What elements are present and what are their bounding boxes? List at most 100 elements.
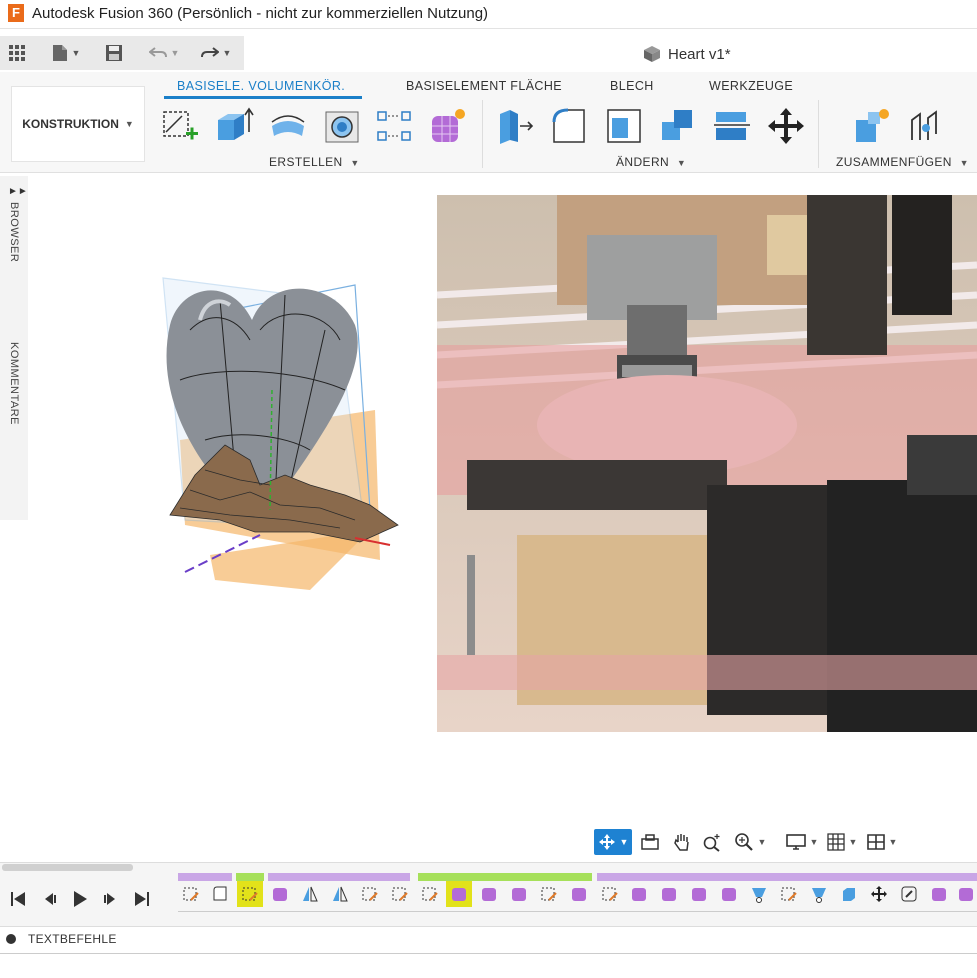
timeline-form[interactable] — [476, 881, 502, 907]
group-modify[interactable]: ÄNDERN ▼ — [616, 155, 686, 169]
comments-panel-toggle[interactable]: KOMMENTARE — [8, 342, 20, 425]
redo-button[interactable]: ▼ — [196, 40, 236, 66]
timeline-sketch[interactable] — [417, 881, 443, 907]
timeline-group-bar — [268, 873, 410, 881]
skip-start-icon — [11, 892, 25, 906]
joint-icon[interactable] — [906, 106, 946, 146]
zoom-window-icon[interactable] — [698, 829, 726, 855]
timeline-form[interactable] — [926, 881, 952, 907]
timeline-form[interactable] — [566, 881, 592, 907]
timeline-form[interactable] — [626, 881, 652, 907]
zoom-icon — [734, 833, 753, 851]
create-form-icon[interactable] — [428, 106, 468, 146]
chevron-down-icon: ▼ — [809, 837, 819, 847]
timeline-group-bar — [597, 873, 977, 881]
save-button[interactable] — [102, 40, 126, 66]
body-outline-icon — [213, 886, 227, 901]
undo-button[interactable]: ▼ — [144, 40, 184, 66]
timeline-mirror[interactable] — [297, 881, 323, 907]
timeline-form[interactable] — [506, 881, 532, 907]
orbit-icon — [598, 834, 615, 850]
timeline-extrude[interactable] — [806, 881, 832, 907]
move-icon — [871, 886, 887, 902]
heart-model-viewport[interactable] — [160, 270, 410, 600]
file-menu-button[interactable]: ▼ — [46, 40, 86, 66]
tab-surface[interactable]: BASISELEMENT FLÄCHE — [406, 79, 562, 93]
create-sketch-icon[interactable] — [160, 106, 200, 146]
shell-icon[interactable] — [604, 106, 644, 146]
go-to-start-button[interactable] — [7, 886, 29, 912]
step-forward-button[interactable] — [100, 886, 122, 912]
grid-settings-button[interactable]: ▼ — [824, 829, 860, 855]
browser-panel-toggle[interactable]: BROWSER — [8, 202, 20, 262]
timeline-body[interactable] — [207, 881, 233, 907]
split-body-icon[interactable] — [712, 106, 752, 146]
sketch-icon — [183, 887, 199, 901]
timeline-form[interactable] — [686, 881, 712, 907]
group-assemble[interactable]: ZUSAMMENFÜGEN ▼ — [836, 155, 969, 169]
document-tab[interactable] — [244, 36, 977, 72]
zoom-button[interactable]: ▼ — [730, 829, 770, 855]
extrude-icon — [812, 888, 826, 903]
redo-icon — [200, 47, 219, 58]
timeline-move[interactable] — [866, 881, 892, 907]
form-icon — [273, 888, 287, 901]
timeline-group-bar — [418, 873, 592, 881]
timeline-sketch[interactable] — [178, 881, 204, 907]
rectangular-pattern-icon[interactable] — [374, 106, 414, 146]
text-commands-label: TEXTBEFEHLE — [28, 932, 117, 946]
tab-sheet-metal[interactable]: BLECH — [610, 79, 654, 93]
expand-browser-icon[interactable]: ►► — [8, 186, 28, 197]
sketch-icon — [422, 887, 438, 901]
timeline-sketch[interactable] — [536, 881, 562, 907]
timeline-extrude[interactable] — [746, 881, 772, 907]
workspace-switcher[interactable]: KONSTRUKTION ▼ — [11, 86, 145, 162]
chevron-down-icon: ▼ — [757, 837, 767, 847]
timeline-sketch-selected[interactable] — [237, 881, 263, 907]
timeline-form-selected[interactable] — [446, 881, 472, 907]
timeline-sketch[interactable] — [776, 881, 802, 907]
tab-solid[interactable]: BASISELE. VOLUMENKÖR. — [177, 79, 345, 93]
timeline-form[interactable] — [716, 881, 742, 907]
text-commands-panel[interactable] — [0, 926, 977, 954]
pan-icon[interactable] — [668, 829, 696, 855]
collapse-icon[interactable] — [6, 934, 16, 944]
file-icon — [52, 45, 67, 61]
hole-icon[interactable] — [322, 106, 362, 146]
step-back-button[interactable] — [38, 886, 60, 912]
display-settings-button[interactable]: ▼ — [784, 829, 820, 855]
timeline-form[interactable] — [955, 881, 977, 907]
timeline-sketch[interactable] — [597, 881, 623, 907]
group-create[interactable]: ERSTELLEN ▼ — [269, 155, 360, 169]
play-button[interactable] — [69, 886, 91, 912]
timeline-axis — [178, 911, 977, 912]
form-icon — [482, 888, 496, 901]
revolve-icon[interactable] — [268, 106, 308, 146]
fillet-icon[interactable] — [550, 106, 590, 146]
timeline-form[interactable] — [267, 881, 293, 907]
viewports-button[interactable]: ▼ — [864, 829, 900, 855]
timeline-scrollbar[interactable] — [2, 864, 133, 871]
extrude-icon[interactable] — [214, 106, 254, 146]
command-input-area[interactable] — [0, 953, 977, 978]
timeline-sketch[interactable] — [357, 881, 383, 907]
look-at-icon[interactable] — [636, 829, 664, 855]
combine-icon — [901, 886, 917, 902]
timeline-form[interactable] — [656, 881, 682, 907]
chevron-down-icon: ▼ — [959, 158, 969, 168]
step-forward-icon — [104, 893, 115, 905]
orbit-button[interactable]: ▼ — [594, 829, 632, 855]
combine-icon[interactable] — [658, 106, 698, 146]
form-icon — [572, 888, 586, 901]
go-to-end-button[interactable] — [131, 886, 153, 912]
move-copy-icon[interactable] — [766, 106, 806, 146]
tab-tools[interactable]: WERKZEUGE — [709, 79, 793, 93]
chevron-down-icon: ▼ — [619, 837, 629, 847]
new-component-icon[interactable] — [852, 106, 892, 146]
timeline-sketch[interactable] — [387, 881, 413, 907]
apps-grid-icon[interactable] — [6, 40, 28, 66]
timeline-combine[interactable] — [896, 881, 922, 907]
timeline-box[interactable] — [836, 881, 862, 907]
press-pull-icon[interactable] — [496, 106, 536, 146]
timeline-mirror[interactable] — [327, 881, 353, 907]
